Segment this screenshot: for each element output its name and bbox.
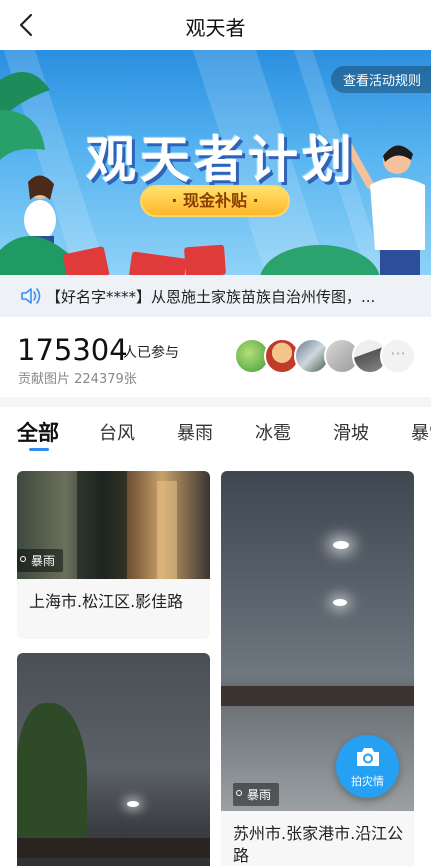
- report-location: 苏州市.张家港市.沿江公路: [233, 824, 404, 865]
- participant-count-suffix: 人已参与: [123, 345, 179, 361]
- tab-typhoon[interactable]: 台风: [99, 419, 135, 445]
- report-card[interactable]: [17, 653, 210, 866]
- photo-feed: 暴雨 上海市.松江区.影佳路 暴雨 苏州市.张家港市.沿江公路: [0, 455, 431, 866]
- report-card[interactable]: 暴雨 苏州市.张家港市.沿江公路: [221, 471, 414, 866]
- activity-rules-button[interactable]: 查看活动规则: [330, 66, 431, 93]
- speaker-icon: [21, 288, 41, 304]
- participant-count: 175304: [17, 333, 128, 367]
- tab-hail[interactable]: 冰雹: [255, 419, 291, 445]
- weather-tag-label: 暴雨: [247, 788, 272, 802]
- tab-snowstorm[interactable]: 暴雪: [411, 419, 431, 445]
- tab-rainstorm[interactable]: 暴雨: [177, 419, 213, 445]
- tab-landslide[interactable]: 滑坡: [333, 419, 369, 445]
- contributed-photos: 贡献图片 224379张: [18, 372, 137, 387]
- report-disaster-label: 拍灾情: [351, 775, 384, 788]
- notice-bar[interactable]: 【好名字****】从恩施土家族苗族自治州传图，...: [0, 275, 431, 317]
- top-bar: 观天者: [0, 0, 431, 50]
- participant-avatars[interactable]: ···: [234, 338, 416, 376]
- page-title: 观天者: [185, 16, 246, 40]
- camera-icon: [357, 748, 379, 766]
- more-avatars-button[interactable]: ···: [380, 338, 416, 374]
- participation-stats: 175304 人已参与 贡献图片 224379张 ···: [0, 317, 431, 397]
- report-photo: [17, 653, 210, 866]
- active-tab-indicator: [29, 448, 49, 451]
- banner-headline: 观天者计划: [86, 131, 356, 189]
- weather-tag: 暴雨: [233, 783, 280, 806]
- red-envelope: [184, 244, 226, 275]
- cash-subsidy-pill: · 现金补贴 ·: [140, 185, 290, 217]
- campaign-banner[interactable]: 查看活动规则 观天者计划 · 现金补贴 ·: [0, 50, 431, 275]
- notice-text: 【好名字****】从恩施土家族苗族自治州传图，...: [46, 288, 376, 306]
- report-card[interactable]: 暴雨 上海市.松江区.影佳路: [17, 471, 210, 639]
- report-location: 上海市.松江区.影佳路: [29, 592, 184, 611]
- category-tabs: 全部 台风 暴雨 冰雹 滑坡 暴雪: [0, 407, 431, 455]
- red-envelope: [128, 251, 187, 275]
- weather-tag: 暴雨: [17, 549, 64, 572]
- tab-all[interactable]: 全部: [17, 417, 59, 447]
- report-disaster-button[interactable]: 拍灾情: [336, 735, 399, 798]
- tag-dot-icon: [236, 790, 242, 796]
- weather-tag-label: 暴雨: [31, 554, 56, 568]
- tag-dot-icon: [20, 556, 26, 562]
